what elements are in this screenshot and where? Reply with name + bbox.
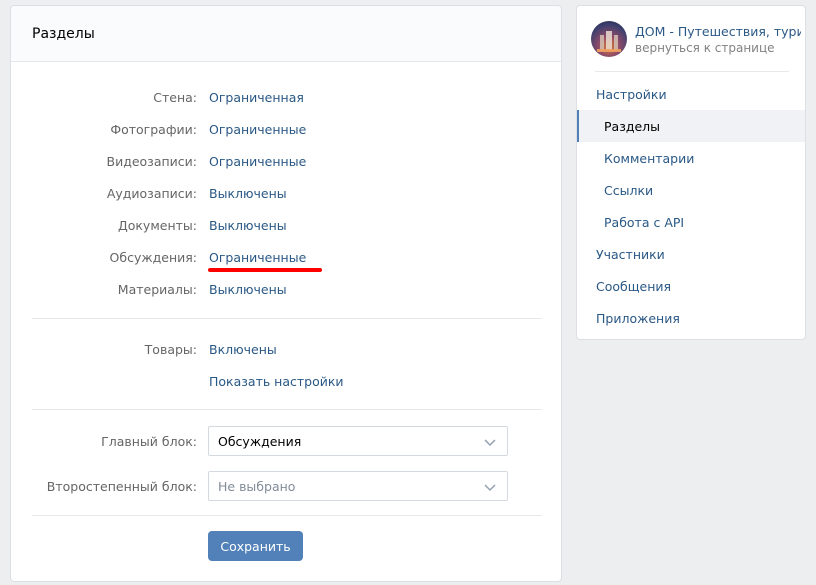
panel-header: Разделы	[11, 6, 561, 62]
section-row-goods: Товары: Включены	[11, 333, 563, 365]
section-label: Видеозаписи:	[106, 153, 198, 169]
section-value-link[interactable]: Выключены	[209, 282, 287, 297]
section-label: Фотографии:	[110, 121, 197, 137]
sidebar-item-apps[interactable]: Приложения	[577, 302, 805, 334]
divider	[32, 515, 542, 516]
sidebar-item-comments[interactable]: Комментарии	[577, 142, 805, 174]
secondary-block-label: Второстепенный блок:	[46, 478, 197, 494]
section-value-link[interactable]: Ограниченные	[209, 122, 306, 137]
section-value-link[interactable]: Выключены	[209, 186, 287, 201]
divider	[32, 409, 542, 410]
section-row-videos: Видеозаписи: Ограниченные	[11, 145, 563, 177]
goods-settings-row: Показать настройки	[11, 365, 563, 397]
section-label: Документы:	[117, 217, 197, 233]
sidebar-item-links[interactable]: Ссылки	[577, 174, 805, 206]
group-avatar	[591, 21, 627, 57]
save-button[interactable]: Сохранить	[208, 531, 303, 561]
sidebar-item-messages[interactable]: Сообщения	[577, 270, 805, 302]
group-name: ДОМ - Путешествия, тури...	[635, 23, 801, 39]
show-settings-link[interactable]: Показать настройки	[209, 374, 344, 389]
sections-panel: Разделы Стена: Ограниченная Фотографии: …	[10, 5, 562, 582]
divider	[595, 71, 789, 72]
goods-value-link[interactable]: Включены	[209, 342, 277, 357]
chevron-down-icon	[484, 484, 496, 492]
avatar-image-icon	[597, 31, 621, 52]
main-block-select[interactable]: Обсуждения	[208, 426, 508, 456]
section-label: Материалы:	[117, 281, 197, 297]
sidebar-item-sections[interactable]: Разделы	[577, 110, 805, 142]
section-row-documents: Документы: Выключены	[11, 209, 563, 241]
section-row-audio: Аудиозаписи: Выключены	[11, 177, 563, 209]
section-row-photos: Фотографии: Ограниченные	[11, 113, 563, 145]
chevron-down-icon	[484, 439, 496, 447]
page-title: Разделы	[32, 25, 95, 42]
sidebar-item-members[interactable]: Участники	[577, 238, 805, 270]
divider	[32, 318, 542, 319]
sidebar-item-settings[interactable]: Настройки	[577, 78, 805, 110]
section-value-link[interactable]: Ограниченные	[209, 250, 306, 265]
section-row-materials: Материалы: Выключены	[11, 273, 563, 305]
section-label: Аудиозаписи:	[106, 185, 197, 201]
section-label: Стена:	[153, 89, 197, 105]
section-row-wall: Стена: Ограниченная	[11, 81, 563, 113]
section-label: Товары:	[144, 341, 197, 357]
red-highlight-underline	[208, 268, 322, 272]
section-value-link[interactable]: Выключены	[209, 218, 287, 233]
main-block-selected-value: Обсуждения	[218, 433, 302, 449]
section-value-link[interactable]: Ограниченные	[209, 154, 306, 169]
section-label: Обсуждения:	[109, 249, 197, 265]
secondary-block-selected-value: Не выбрано	[218, 478, 296, 494]
settings-sidebar: ДОМ - Путешествия, тури... вернуться к с…	[576, 5, 806, 340]
section-value-link[interactable]: Ограниченная	[209, 90, 304, 105]
back-to-page-link[interactable]: вернуться к странице	[635, 41, 801, 55]
secondary-block-select[interactable]: Не выбрано	[208, 471, 508, 501]
sidebar-item-api[interactable]: Работа с API	[577, 206, 805, 238]
group-header-link[interactable]: ДОМ - Путешествия, тури... вернуться к с…	[591, 21, 801, 57]
main-block-label: Главный блок:	[101, 433, 197, 449]
